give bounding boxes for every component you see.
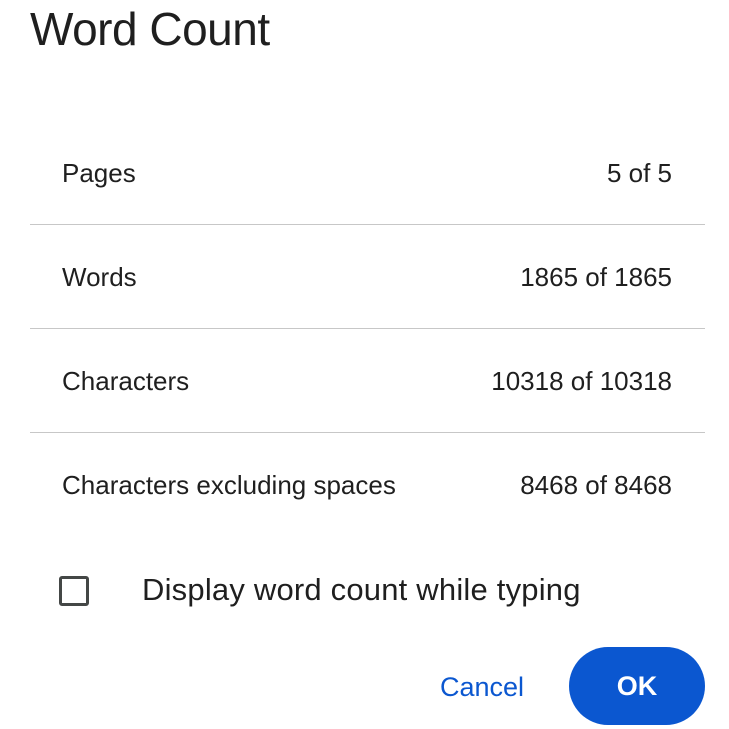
word-count-dialog: Word Count Pages 5 of 5 Words 1865 of 18… xyxy=(0,0,729,729)
pages-value: 5 of 5 xyxy=(606,158,672,188)
characters-excluding-spaces-label: Characters excluding spaces xyxy=(62,470,396,500)
stats-row-characters-excluding-spaces: Characters excluding spaces 8468 of 8468 xyxy=(30,433,705,537)
stats-table: Pages 5 of 5 Words 1865 of 1865 Characte… xyxy=(30,121,705,537)
display-word-count-label[interactable]: Display word count while typing xyxy=(142,572,581,608)
stats-row-pages: Pages 5 of 5 xyxy=(30,121,705,225)
dialog-title: Word Count xyxy=(30,3,270,55)
words-value: 1865 of 1865 xyxy=(520,262,672,292)
display-word-count-checkbox[interactable] xyxy=(59,576,89,606)
display-word-count-option[interactable]: Display word count while typing xyxy=(59,570,581,610)
words-label: Words xyxy=(62,262,137,292)
characters-label: Characters xyxy=(62,366,190,396)
characters-value: 10318 of 10318 xyxy=(491,366,672,396)
pages-label: Pages xyxy=(62,158,136,188)
characters-excluding-spaces-value: 8468 of 8468 xyxy=(520,470,672,500)
stats-row-words: Words 1865 of 1865 xyxy=(30,225,705,329)
ok-button[interactable]: OK xyxy=(569,647,705,725)
stats-row-characters: Characters 10318 of 10318 xyxy=(30,329,705,433)
cancel-button[interactable]: Cancel xyxy=(418,659,546,715)
